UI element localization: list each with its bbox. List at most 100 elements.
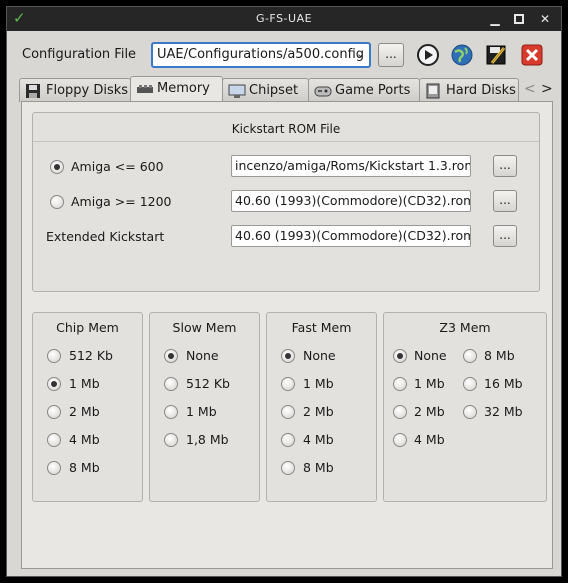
slow-mem-option: 1 Mb <box>186 404 217 419</box>
tab-label: Hard Disks <box>446 83 516 98</box>
chipset-icon <box>228 84 246 98</box>
chip-mem-option: 2 Mb <box>69 404 100 419</box>
online-button[interactable] <box>448 41 476 69</box>
tab-bar: Floppy Disks Memory Chipset Game Ports H… <box>19 76 559 103</box>
amiga-600-radio[interactable] <box>50 160 64 174</box>
z3-mem-radio-1mb[interactable] <box>393 377 407 391</box>
fast-mem-option: None <box>303 348 336 363</box>
tab-chipset[interactable]: Chipset <box>222 78 309 102</box>
config-file-value: UAE/Configurations/a500.config <box>157 47 365 62</box>
slow-mem-radio-1-8mb[interactable] <box>164 433 178 447</box>
chip-mem-group: Chip Mem 512 Kb 1 Mb 2 Mb 4 Mb 8 Mb <box>32 312 143 502</box>
z3-mem-group: Z3 Mem None 1 Mb 2 Mb 4 Mb 8 Mb 16 Mb 32… <box>383 312 547 502</box>
fast-mem-option: 2 Mb <box>303 404 334 419</box>
slow-mem-option: 512 Kb <box>186 376 230 391</box>
tab-game-ports[interactable]: Game Ports <box>308 78 420 102</box>
tab-label: Memory <box>157 81 210 96</box>
fast-mem-option: 4 Mb <box>303 432 334 447</box>
chip-mem-radio-2mb[interactable] <box>47 405 61 419</box>
z3-mem-option: 8 Mb <box>484 348 515 363</box>
chip-mem-option: 8 Mb <box>69 460 100 475</box>
config-file-select[interactable]: UAE/Configurations/a500.config ⌄ <box>151 42 371 68</box>
chip-mem-option: 4 Mb <box>69 432 100 447</box>
extended-kickstart-browse-button[interactable]: ... <box>493 225 517 247</box>
fast-mem-radio-1mb[interactable] <box>281 377 295 391</box>
tab-scroll-left-icon[interactable]: < <box>524 81 536 97</box>
z3-mem-radio-none[interactable] <box>393 349 407 363</box>
chip-mem-radio-512kb[interactable] <box>47 349 61 363</box>
globe-icon <box>451 44 473 66</box>
close-red-icon <box>521 44 543 66</box>
tab-memory[interactable]: Memory <box>130 76 223 103</box>
tab-hard-disks[interactable]: Hard Disks <box>419 78 519 102</box>
memory-panel: Kickstart ROM File Amiga <= 600 incenzo/… <box>21 101 553 569</box>
save-config-button[interactable] <box>482 41 510 69</box>
quit-button[interactable] <box>518 41 546 69</box>
tab-label: Game Ports <box>335 83 411 98</box>
z3-mem-option: None <box>414 348 447 363</box>
title-bar[interactable]: ✓ G-FS-UAE ▁ ✕ <box>7 7 561 31</box>
tab-scroll-right-icon[interactable]: > <box>541 81 553 97</box>
fast-mem-radio-4mb[interactable] <box>281 433 295 447</box>
close-window-button[interactable]: ✕ <box>537 11 553 27</box>
chip-mem-title: Chip Mem <box>56 320 119 335</box>
amiga-600-rom-field[interactable]: incenzo/amiga/Roms/Kickstart 1.3.rom <box>231 155 471 177</box>
z3-mem-radio-16mb[interactable] <box>463 377 477 391</box>
config-browse-button[interactable]: ... <box>378 43 404 67</box>
window-title: G-FS-UAE <box>255 12 313 25</box>
save-edit-icon <box>486 45 506 65</box>
z3-mem-title: Z3 Mem <box>439 320 491 335</box>
fast-mem-radio-8mb[interactable] <box>281 461 295 475</box>
tab-label: Floppy Disks <box>46 83 129 98</box>
maximize-button[interactable] <box>511 11 527 27</box>
fast-mem-group: Fast Mem None 1 Mb 2 Mb 4 Mb 8 Mb <box>266 312 377 502</box>
slow-mem-radio-none[interactable] <box>164 349 178 363</box>
minimize-button[interactable]: ▁ <box>487 11 503 27</box>
slow-mem-radio-1mb[interactable] <box>164 405 178 419</box>
kickstart-title: Kickstart ROM File <box>231 122 341 136</box>
amiga-1200-browse-button[interactable]: ... <box>493 190 517 212</box>
memory-icon <box>137 85 153 93</box>
slow-mem-title: Slow Mem <box>172 320 237 335</box>
z3-mem-option: 16 Mb <box>484 376 523 391</box>
z3-mem-option: 32 Mb <box>484 404 523 419</box>
z3-mem-radio-2mb[interactable] <box>393 405 407 419</box>
kickstart-group: Kickstart ROM File Amiga <= 600 incenzo/… <box>32 112 540 292</box>
z3-mem-radio-8mb[interactable] <box>463 349 477 363</box>
chevron-down-icon: ⌄ <box>355 47 365 60</box>
chip-mem-radio-8mb[interactable] <box>47 461 61 475</box>
z3-mem-radio-32mb[interactable] <box>463 405 477 419</box>
slow-mem-option: 1,8 Mb <box>186 432 229 447</box>
chip-mem-radio-4mb[interactable] <box>47 433 61 447</box>
fast-mem-title: Fast Mem <box>291 320 352 335</box>
fast-mem-radio-none[interactable] <box>281 349 295 363</box>
chip-mem-option: 1 Mb <box>69 376 100 391</box>
z3-mem-option: 2 Mb <box>414 404 445 419</box>
fast-mem-radio-2mb[interactable] <box>281 405 295 419</box>
fast-mem-option: 1 Mb <box>303 376 334 391</box>
amiga-1200-radio[interactable] <box>50 195 64 209</box>
amiga-600-browse-button[interactable]: ... <box>493 155 517 177</box>
harddisk-icon <box>426 83 440 99</box>
extended-kickstart-rom-field[interactable]: 40.60 (1993)(Commodore)(CD32).rom <box>231 225 471 247</box>
extended-kickstart-label: Extended Kickstart <box>46 229 165 244</box>
config-file-label: Configuration File <box>22 47 137 62</box>
amiga-1200-rom-field[interactable]: 40.60 (1993)(Commodore)(CD32).rom <box>231 190 471 212</box>
z3-mem-option: 1 Mb <box>414 376 445 391</box>
slow-mem-group: Slow Mem None 512 Kb 1 Mb 1,8 Mb <box>149 312 260 502</box>
tab-floppy-disks[interactable]: Floppy Disks <box>19 78 131 102</box>
play-icon <box>417 44 439 66</box>
amiga-600-label: Amiga <= 600 <box>71 159 164 174</box>
chip-mem-radio-1mb[interactable] <box>47 377 61 391</box>
tab-label: Chipset <box>249 83 299 98</box>
play-button[interactable] <box>414 41 442 69</box>
divider <box>33 141 539 142</box>
fast-mem-option: 8 Mb <box>303 460 334 475</box>
z3-mem-option: 4 Mb <box>414 432 445 447</box>
main-window: ✓ G-FS-UAE ▁ ✕ Configuration File UAE/Co… <box>6 6 562 577</box>
gamepad-icon <box>314 86 332 97</box>
floppy-icon <box>26 84 40 98</box>
chip-mem-option: 512 Kb <box>69 348 113 363</box>
slow-mem-radio-512kb[interactable] <box>164 377 178 391</box>
z3-mem-radio-4mb[interactable] <box>393 433 407 447</box>
